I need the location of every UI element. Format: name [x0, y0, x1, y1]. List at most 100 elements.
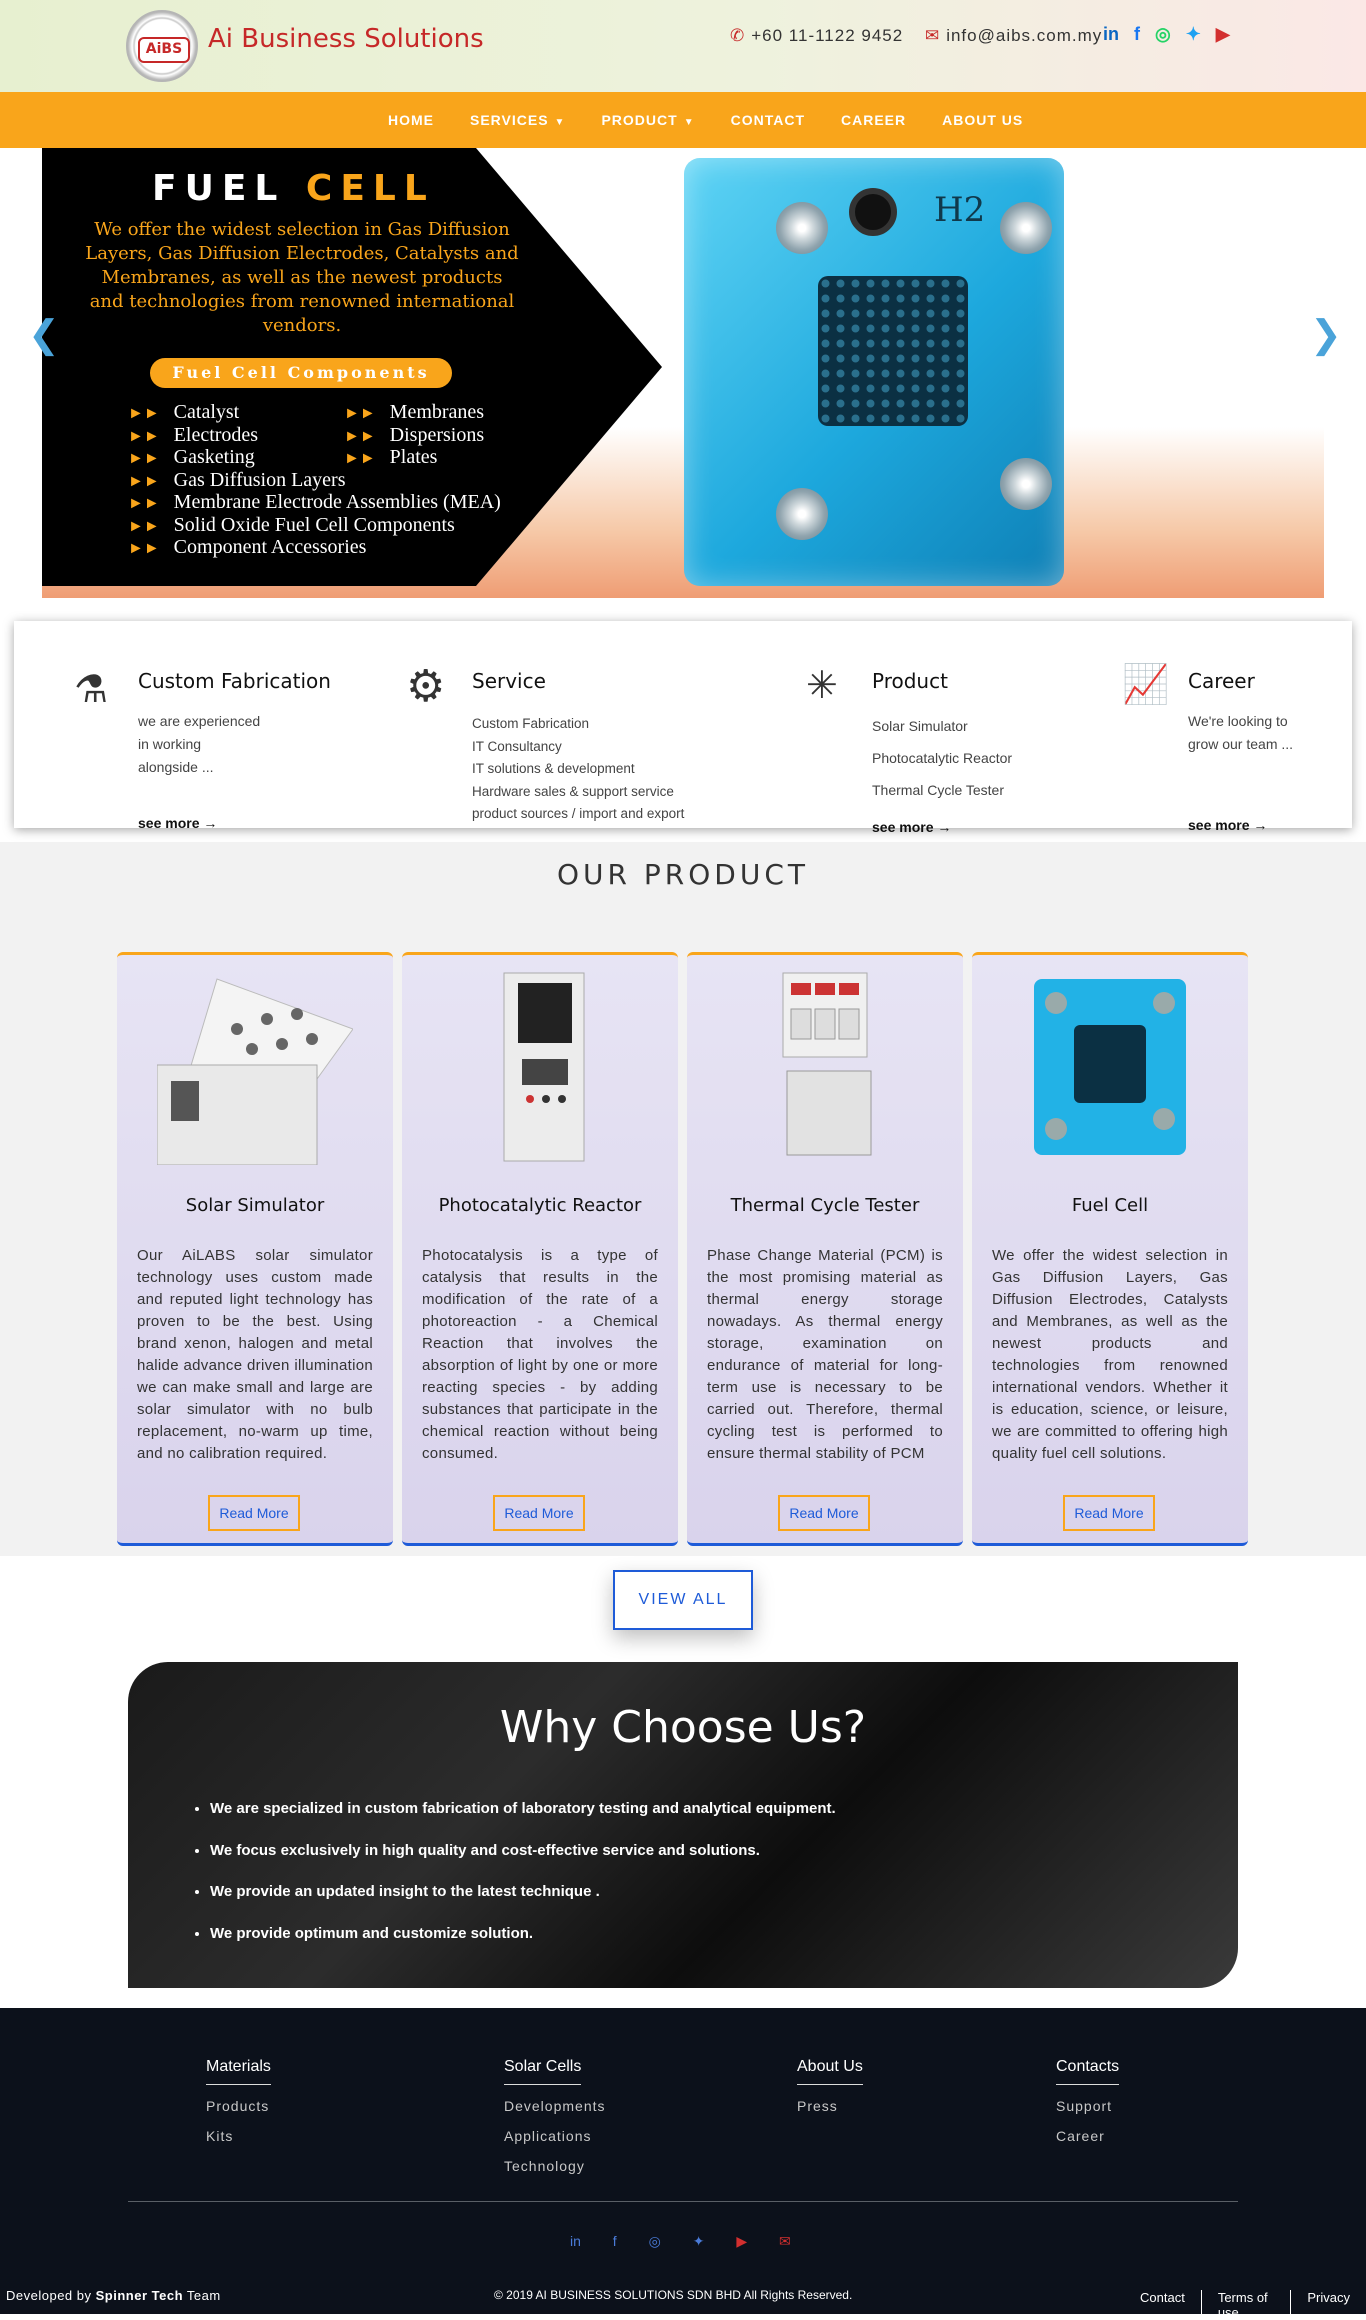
mail-icon: ✉ — [924, 26, 941, 45]
twitter-icon[interactable]: ✦ — [693, 2233, 705, 2250]
product-link[interactable]: Thermal Cycle Tester — [872, 774, 1012, 806]
hero-list-right: ►► Membranes ►► Dispersions ►► Plates — [344, 401, 484, 470]
whatsapp-icon[interactable]: ◎ — [649, 2233, 661, 2250]
bolt — [1000, 458, 1052, 510]
carousel-prev-icon[interactable]: ❮ — [28, 312, 60, 357]
read-more-button[interactable]: Read More — [493, 1495, 585, 1531]
phone-number[interactable]: +60 11-1122 9452 — [751, 26, 903, 45]
gear-wrench-icon: ⚙ — [406, 662, 446, 711]
device-grid — [818, 276, 968, 426]
facebook-icon[interactable]: f — [613, 2233, 617, 2249]
bolt — [776, 202, 828, 254]
bolt — [776, 488, 828, 540]
read-more-button[interactable]: Read More — [1063, 1495, 1155, 1531]
feature-title: Service — [472, 669, 546, 693]
arrow-right-icon: → — [1253, 817, 1268, 833]
nav-career[interactable]: CAREER — [841, 92, 906, 151]
double-arrow-icon: ►► — [128, 427, 160, 445]
copyright: © 2019 AI BUSINESS SOLUTIONS SDN BHD All… — [494, 2288, 853, 2302]
footer-link[interactable]: Developments — [504, 2097, 606, 2115]
carousel-next-icon[interactable]: ❯ — [1310, 312, 1342, 357]
laser-icon: ⚗ — [74, 669, 109, 711]
footer-heading: Solar Cells — [504, 2058, 582, 2085]
footer-col-contacts: Contacts Support Career — [1056, 2058, 1120, 2145]
contact-info: ✆ +60 11-1122 9452 ✉ info@aibs.com.my — [730, 26, 1102, 46]
view-all-button[interactable]: VIEW ALL — [613, 1570, 753, 1630]
see-more-link[interactable]: see more → — [1188, 817, 1267, 833]
read-more-button[interactable]: Read More — [778, 1495, 870, 1531]
footer-legal-link[interactable]: Privacy — [1290, 2290, 1366, 2320]
thermal-cycle-tester-image — [782, 972, 872, 1156]
footer-legal-link[interactable]: Terms of use — [1200, 2290, 1291, 2320]
footer-col-about-us: About Us Press — [797, 2058, 863, 2115]
footer-divider — [128, 2201, 1238, 2202]
section-title: OUR PRODUCT — [557, 858, 809, 891]
nav-product[interactable]: PRODUCT ▼ — [601, 92, 694, 151]
whatsapp-icon[interactable]: ◎ — [1155, 24, 1171, 45]
double-arrow-icon: ►► — [128, 540, 160, 557]
hero-pill: Fuel Cell Components — [150, 358, 452, 388]
footer-link[interactable]: Products — [206, 2097, 271, 2115]
nav-services[interactable]: SERVICES ▼ — [470, 92, 565, 151]
caret-down-icon: ▼ — [554, 117, 566, 128]
footer-link[interactable]: Career — [1056, 2127, 1119, 2145]
product-link[interactable]: Photocatalytic Reactor — [872, 742, 1012, 774]
brand-name[interactable]: Ai Business Solutions — [208, 24, 484, 54]
footer-heading: Contacts — [1056, 2058, 1120, 2085]
twitter-icon[interactable]: ✦ — [1186, 24, 1201, 45]
developer-credit: Developed by Spinner Tech Team — [6, 2288, 221, 2303]
product-name: Photocatalytic Reactor — [438, 1195, 642, 1216]
footer-link[interactable]: Technology — [504, 2157, 606, 2175]
hero-title: FUEL CELL — [152, 168, 435, 209]
bolt — [1000, 202, 1052, 254]
nav-home[interactable]: HOME — [388, 92, 434, 151]
feature-text: Solar Simulator Photocatalytic Reactor T… — [872, 710, 1012, 806]
facebook-icon[interactable]: f — [1134, 24, 1140, 45]
footer-legal-link[interactable]: Contact — [1124, 2290, 1201, 2320]
nav-contact[interactable]: CONTACT — [731, 92, 805, 151]
youtube-icon[interactable]: ▶ — [1216, 24, 1230, 45]
logo[interactable]: AiBS — [126, 10, 198, 82]
double-arrow-icon: ►► — [128, 405, 160, 422]
footer-col-materials: Materials Products Kits — [206, 2058, 271, 2145]
top-bar: AiBS Ai Business Solutions ✆ +60 11-1122 … — [0, 0, 1366, 92]
linkedin-icon[interactable]: in — [1103, 24, 1119, 45]
feature-title: Product — [872, 669, 948, 693]
double-arrow-icon: ►► — [128, 472, 160, 490]
photocatalytic-reactor-image — [503, 972, 585, 1162]
double-arrow-icon: ►► — [128, 450, 160, 467]
product-description: Our AiLABS solar simulator technology us… — [137, 1247, 373, 1462]
arrow-right-icon: → — [937, 819, 952, 835]
nav-about-us[interactable]: ABOUT US — [942, 92, 1023, 151]
footer-social-links: in f ◎ ✦ ▶ ✉ — [570, 2233, 819, 2250]
product-card-solar-simulator: Solar Simulator Our AiLABS solar simulat… — [117, 952, 393, 1546]
developer-link[interactable]: Spinner Tech — [96, 2288, 183, 2303]
hero-list-item: ►► Solid Oxide Fuel Cell Components — [128, 513, 455, 536]
footer-link[interactable]: Support — [1056, 2097, 1119, 2115]
mail-icon[interactable]: ✉ — [779, 2233, 791, 2250]
footer-link[interactable]: Press — [797, 2097, 863, 2115]
linkedin-icon[interactable]: in — [570, 2233, 581, 2249]
fuel-cell-image: H2 — [684, 158, 1064, 586]
email-address[interactable]: info@aibs.com.my — [946, 26, 1102, 45]
footer-link[interactable]: Kits — [206, 2127, 271, 2145]
double-arrow-icon: ►► — [344, 405, 376, 422]
feature-title: Custom Fabrication — [138, 669, 331, 693]
device-port — [849, 188, 897, 236]
double-arrow-icon: ►► — [344, 427, 376, 445]
main-nav: HOME SERVICES ▼ PRODUCT ▼ CONTACT CAREER A… — [0, 92, 1366, 148]
product-name: Thermal Cycle Tester — [730, 1195, 920, 1216]
footer-link[interactable]: Applications — [504, 2127, 606, 2145]
product-link[interactable]: Solar Simulator — [872, 710, 1012, 742]
why-choose-us: Why Choose Us? We are specialized in cus… — [128, 1662, 1238, 1988]
read-more-button[interactable]: Read More — [208, 1495, 300, 1531]
why-item: We provide optimum and customize solutio… — [210, 1913, 836, 1955]
see-more-link[interactable]: see more → — [138, 815, 217, 831]
why-item: We focus exclusively in high quality and… — [210, 1830, 836, 1872]
double-arrow-icon: ►► — [128, 495, 160, 512]
why-item: We are specialized in custom fabrication… — [210, 1788, 836, 1830]
see-more-link[interactable]: see more → — [872, 819, 951, 835]
footer-heading: Materials — [206, 2058, 271, 2085]
solar-simulator-image — [157, 978, 353, 1165]
youtube-icon[interactable]: ▶ — [736, 2233, 747, 2250]
